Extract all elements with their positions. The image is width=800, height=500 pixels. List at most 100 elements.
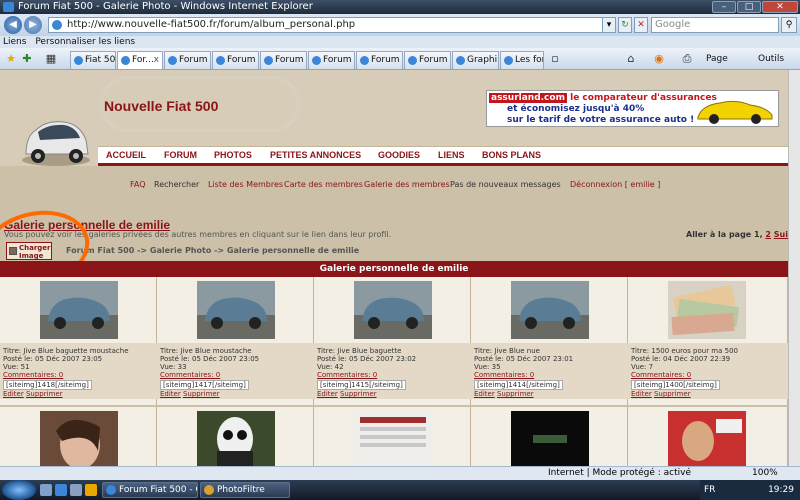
photo-tag-field[interactable]: [siteimg]1417[/siteimg] (160, 380, 249, 390)
photo-tag-field[interactable]: [siteimg]1415[/siteimg] (317, 380, 406, 390)
photo-tag-field[interactable]: [siteimg]1414[/siteimg] (474, 380, 563, 390)
photo-views: Vue: 35 (474, 363, 501, 371)
maximize-button[interactable]: □ (737, 1, 761, 13)
links-label[interactable]: Liens (3, 37, 26, 47)
forward-arrow-icon[interactable]: ▶ (24, 16, 42, 34)
photo-thumbnail[interactable] (40, 281, 118, 339)
tab-5[interactable]: Forum ... (260, 51, 307, 69)
home-icon[interactable]: ⌂ (624, 52, 638, 66)
link-rechercher[interactable]: Rechercher (154, 180, 199, 189)
clock[interactable]: 19:29 (768, 480, 794, 500)
menu-goodies[interactable]: GOODIES (378, 150, 420, 160)
menu-accueil[interactable]: ACCUEIL (106, 150, 146, 160)
app-quicklaunch-icon[interactable] (85, 484, 97, 496)
tools-menu[interactable]: Outils (758, 52, 784, 66)
start-button[interactable] (2, 480, 36, 500)
link-carte-membres[interactable]: Carte des membres (284, 180, 363, 189)
photo-views: Vue: 33 (160, 363, 187, 371)
refresh-icon[interactable]: ↻ (618, 17, 632, 33)
photo-thumbnail[interactable] (511, 281, 589, 339)
photo-tag-field[interactable]: [siteimg]1400[/siteimg] (631, 380, 720, 390)
photo-thumbnail[interactable] (354, 281, 432, 339)
tab-8[interactable]: Forum ... (404, 51, 451, 69)
photo-comments[interactable]: Commentaires: 0 (160, 371, 312, 379)
edit-link[interactable]: Editer (317, 390, 338, 398)
tab-1[interactable]: Fiat 50... (70, 51, 116, 69)
feeds-icon[interactable]: ◉ (652, 52, 666, 66)
new-tab-icon[interactable]: ▫ (548, 52, 562, 66)
photo-cell (471, 407, 628, 466)
url-field[interactable]: http://www.nouvelle-fiat500.fr/forum/alb… (48, 17, 614, 33)
tab-3[interactable]: Forum ... (164, 51, 211, 69)
tab-9[interactable]: Graphi... (452, 51, 499, 69)
tab-6[interactable]: Forum ... (308, 51, 355, 69)
zoom-level[interactable]: 100% (752, 467, 778, 480)
photo-thumbnail[interactable] (668, 281, 746, 339)
security-zone[interactable]: Internet | Mode protégé : activé (548, 467, 691, 480)
tab-2-active[interactable]: For... x (117, 51, 163, 69)
photo-thumbnail[interactable] (354, 411, 432, 466)
photo-comments[interactable]: Commentaires: 0 (631, 371, 783, 379)
delete-link[interactable]: Supprimer (340, 390, 377, 398)
link-new-messages[interactable]: Pas de nouveaux messages (450, 180, 561, 189)
pagination-label: Aller à la page 1, (686, 230, 763, 239)
menu-forum[interactable]: FORUM (164, 150, 197, 160)
photo-thumbnail[interactable] (668, 411, 746, 466)
photo-comments[interactable]: Commentaires: 0 (317, 371, 469, 379)
page-menu[interactable]: Page (706, 52, 728, 66)
tab-7[interactable]: Forum ... (356, 51, 403, 69)
edit-link[interactable]: Editer (160, 390, 181, 398)
ie-quicklaunch-icon[interactable] (55, 484, 67, 496)
photo-meta: Titre: Jive Blue baguette Posté le: 05 D… (317, 347, 469, 398)
switch-windows-icon[interactable] (70, 484, 82, 496)
site-logo[interactable]: Nouvelle Fiat 500 (104, 98, 218, 114)
page-2-link[interactable]: 2 (765, 230, 771, 239)
link-liste-membres[interactable]: Liste des Membres (208, 180, 283, 189)
photo-thumbnail[interactable] (40, 411, 118, 466)
taskbar-item-ie[interactable]: Forum Fiat 500 - Gal... (102, 482, 198, 498)
edit-link[interactable]: Editer (3, 390, 24, 398)
favorites-star-icon[interactable]: ★ (4, 52, 18, 66)
back-arrow-icon[interactable]: ◀ (4, 16, 22, 34)
customize-links[interactable]: Personnaliser les liens (35, 37, 135, 47)
search-input[interactable]: Google (651, 17, 779, 33)
link-faq[interactable]: FAQ (130, 180, 146, 189)
edit-link[interactable]: Editer (474, 390, 495, 398)
tab-10[interactable]: Les for... (500, 51, 544, 69)
link-deconnexion[interactable]: Déconnexion [ emilie ] (570, 180, 660, 189)
close-button[interactable]: ✕ (762, 1, 798, 13)
photo-comments[interactable]: Commentaires: 0 (474, 371, 626, 379)
print-icon[interactable]: ⎙ (680, 52, 694, 66)
taskbar-item-photofiltre[interactable]: PhotoFiltre (200, 482, 290, 498)
stop-icon[interactable]: ✕ (634, 17, 648, 33)
photo-thumbnail[interactable] (197, 281, 275, 339)
close-tab-icon[interactable]: x (154, 52, 159, 68)
photo-tag-field[interactable]: [siteimg]1418[/siteimg] (3, 380, 92, 390)
language-indicator[interactable]: FR (704, 485, 715, 495)
menu-liens[interactable]: LIENS (438, 150, 465, 160)
link-galerie-membres[interactable]: Galerie des membres (364, 180, 450, 189)
search-icon[interactable]: ⚲ (781, 17, 797, 33)
menu-photos[interactable]: PHOTOS (214, 150, 252, 160)
photo-thumbnail[interactable] (511, 411, 589, 466)
show-desktop-icon[interactable] (40, 484, 52, 496)
breadcrumb[interactable]: Forum Fiat 500 -> Galerie Photo -> Galer… (66, 246, 359, 255)
delete-link[interactable]: Supprimer (654, 390, 691, 398)
menu-bons-plans[interactable]: BONS PLANS (482, 150, 541, 160)
vertical-scrollbar[interactable] (788, 70, 800, 466)
ad-banner[interactable]: assurland.com le comparateur d'assurance… (486, 90, 779, 127)
menu-petites-annonces[interactable]: PETITES ANNONCES (270, 150, 361, 160)
windows-taskbar: Forum Fiat 500 - Gal... PhotoFiltre FR 1… (0, 480, 800, 500)
add-favorite-icon[interactable]: ✚ (20, 52, 34, 66)
edit-link[interactable]: Editer (631, 390, 652, 398)
photo-cell: Titre: Jive Blue baguette moustache Post… (0, 277, 157, 405)
quick-tabs-icon[interactable]: ▦ (44, 52, 58, 66)
photo-thumbnail[interactable] (197, 411, 275, 466)
tab-4[interactable]: Forum ... (212, 51, 259, 69)
delete-link[interactable]: Supprimer (183, 390, 220, 398)
dropdown-icon[interactable]: ▾ (602, 17, 616, 33)
photo-comments[interactable]: Commentaires: 0 (3, 371, 155, 379)
delete-link[interactable]: Supprimer (497, 390, 534, 398)
minimize-button[interactable]: – (712, 1, 736, 13)
delete-link[interactable]: Supprimer (26, 390, 63, 398)
